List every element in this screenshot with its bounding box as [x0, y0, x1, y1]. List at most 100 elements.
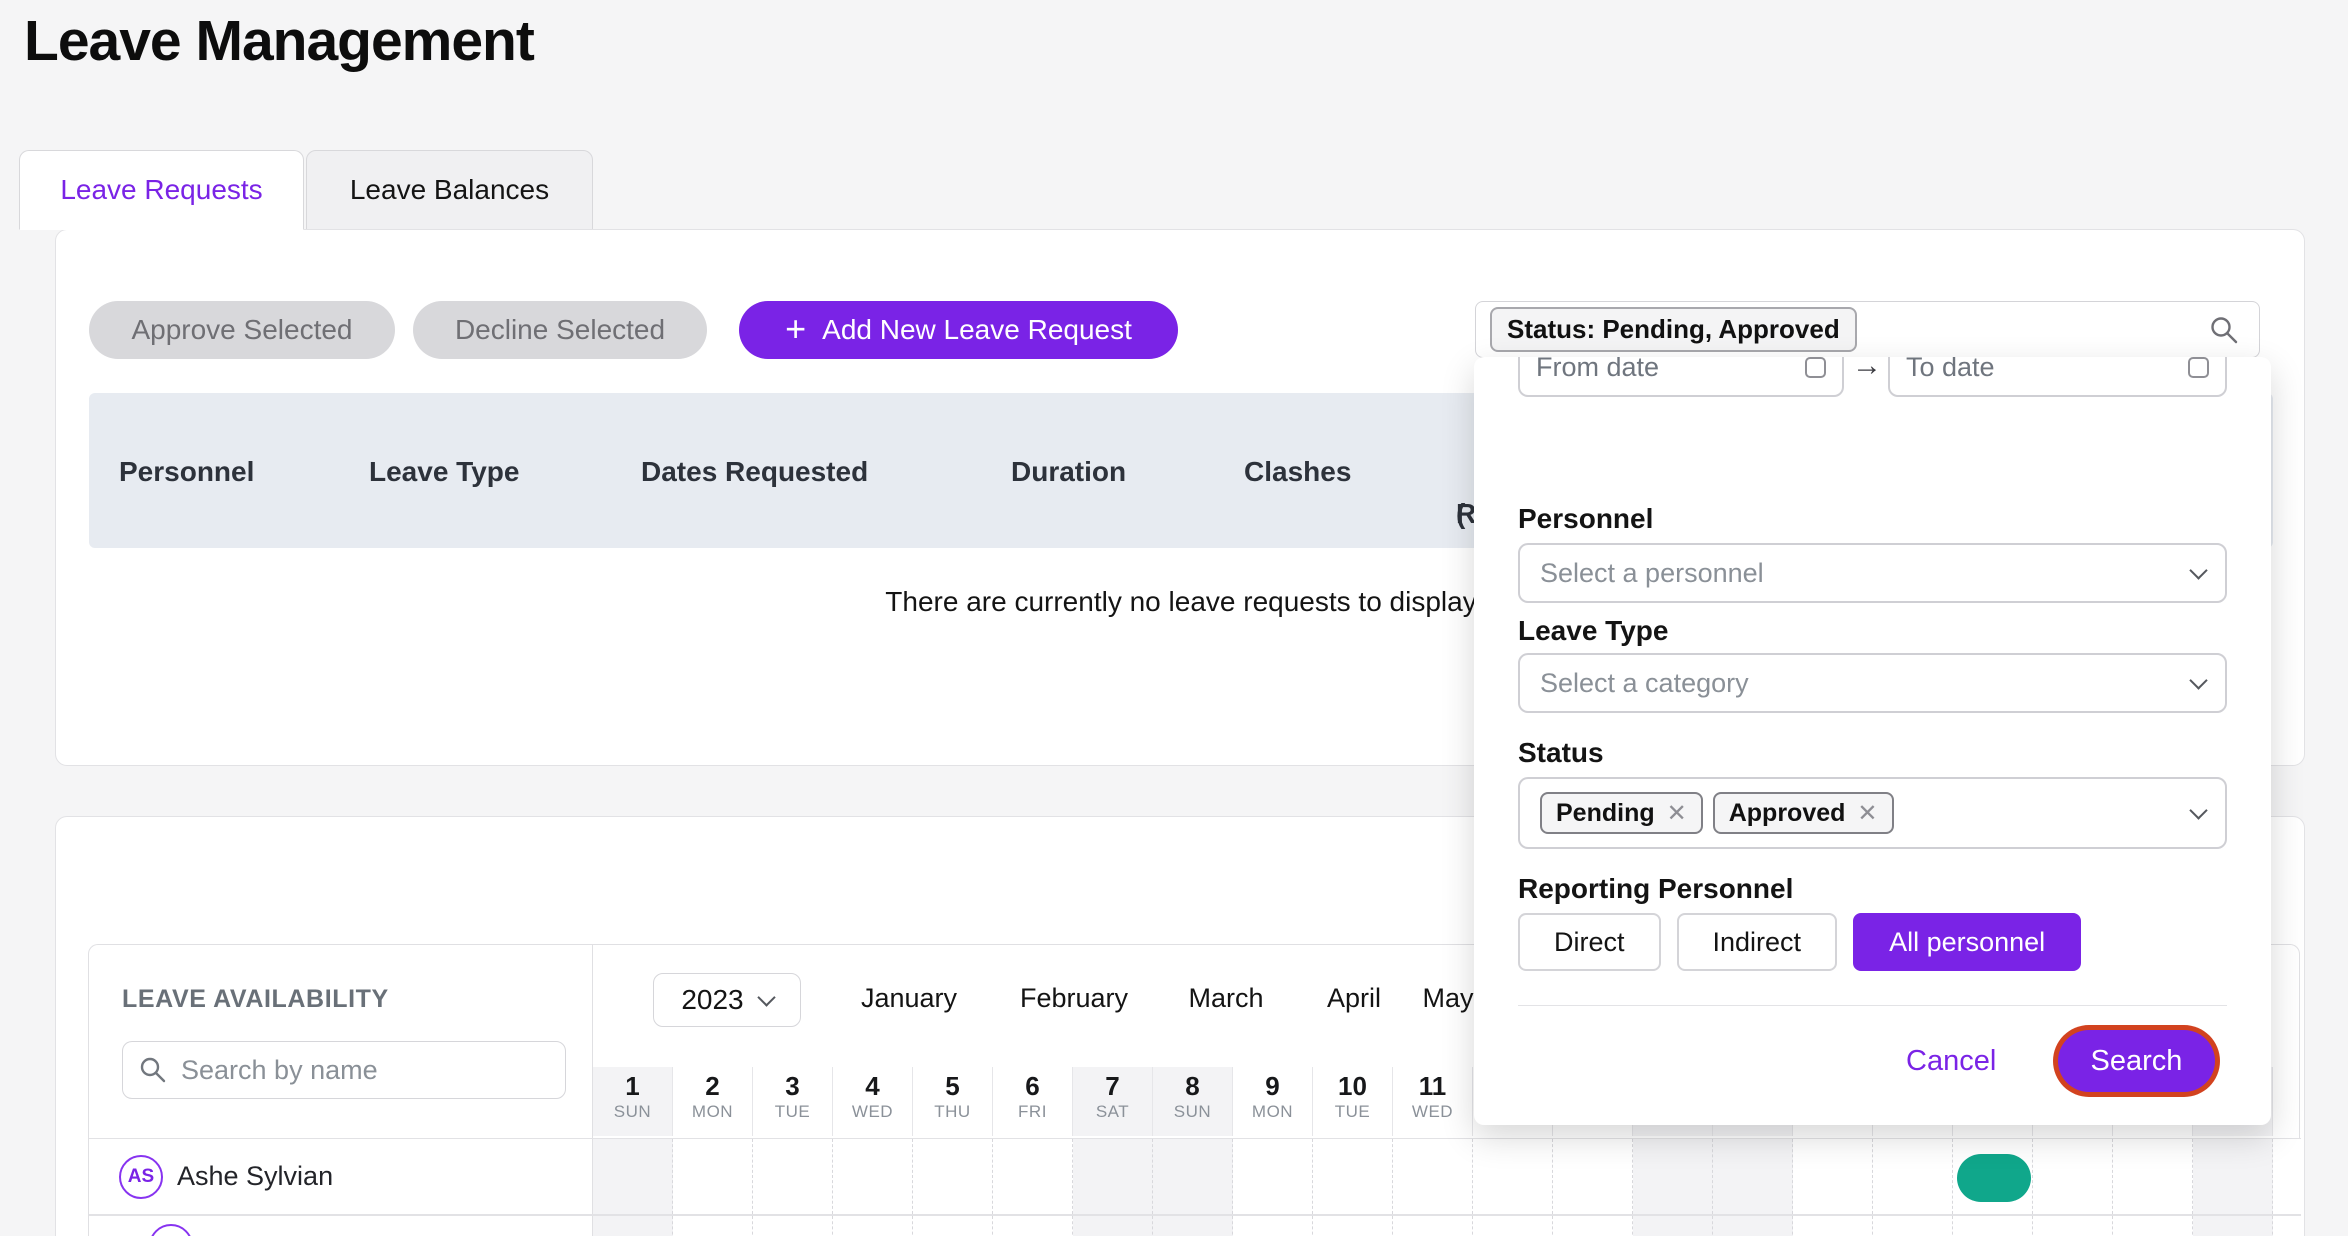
grid-cell	[753, 1216, 833, 1236]
day-number: 4	[833, 1071, 912, 1101]
grid-cell	[593, 1139, 673, 1214]
reporting-option-indirect[interactable]: Indirect	[1677, 913, 1838, 971]
availability-search-input[interactable]: Search by name	[122, 1041, 566, 1099]
magnifier-icon[interactable]	[2209, 315, 2239, 345]
search-placeholder: Search by name	[181, 1055, 378, 1086]
personnel-placeholder: Select a personnel	[1540, 558, 1764, 589]
day-header-cell: 6FRI	[993, 1067, 1073, 1136]
grid-cell	[1313, 1139, 1393, 1214]
month-label-january[interactable]: January	[861, 983, 957, 1014]
status-chip-pending[interactable]: Pending ✕	[1540, 792, 1703, 834]
grid-cell	[1073, 1216, 1153, 1236]
grid-cell	[1633, 1139, 1713, 1214]
table-header-column: Clashes	[1244, 456, 1351, 488]
filter-search-bar[interactable]: Status: Pending, Approved	[1475, 301, 2260, 358]
to-date-input[interactable]: To date	[1888, 357, 2227, 397]
status-select[interactable]: Pending ✕ Approved ✕	[1518, 777, 2227, 849]
day-of-week: TUE	[1313, 1101, 1392, 1123]
remove-chip-icon[interactable]: ✕	[1857, 799, 1877, 828]
leave-block[interactable]	[1957, 1154, 2031, 1202]
day-number: 6	[993, 1071, 1072, 1101]
grid-cell	[1153, 1216, 1233, 1236]
avatar: AS	[119, 1155, 163, 1199]
grid-cell	[833, 1139, 913, 1214]
chip-label: Pending	[1556, 799, 1655, 828]
month-label-february[interactable]: February	[1020, 983, 1128, 1014]
grid-cell	[1793, 1216, 1873, 1236]
day-number: 1	[593, 1071, 672, 1101]
reporting-personnel-label: Reporting Personnel	[1518, 873, 1793, 905]
day-number: 11	[1393, 1071, 1472, 1101]
grid-cell	[1873, 1139, 1953, 1214]
reporting-personnel-options: Direct Indirect All personnel	[1518, 913, 2081, 971]
grid-cell	[1233, 1139, 1313, 1214]
year-select[interactable]: 2023	[653, 973, 801, 1027]
grid-cell	[913, 1139, 993, 1214]
grid-cell	[833, 1216, 913, 1236]
grid-cell	[2113, 1216, 2193, 1236]
month-label-may[interactable]: May	[1422, 983, 1473, 1014]
grid-cell	[1233, 1216, 1313, 1236]
day-of-week: THU	[913, 1101, 992, 1123]
day-header-cell: 10TUE	[1313, 1067, 1393, 1136]
chevron-down-icon	[2189, 671, 2207, 689]
search-button[interactable]: Search	[2058, 1030, 2215, 1092]
leave-type-placeholder: Select a category	[1540, 668, 1749, 699]
personnel-cell: AS Ashe Sylvian	[89, 1139, 593, 1214]
status-chip-approved[interactable]: Approved ✕	[1713, 792, 1894, 834]
day-header-cell: 4WED	[833, 1067, 913, 1136]
chip-label: Approved	[1729, 799, 1846, 828]
from-date-placeholder: From date	[1536, 357, 1659, 383]
from-date-input[interactable]: From date	[1518, 357, 1844, 397]
approve-selected-button[interactable]: Approve Selected	[89, 301, 395, 359]
decline-selected-button[interactable]: Decline Selected	[413, 301, 707, 359]
day-of-week: WED	[833, 1101, 912, 1123]
calendar-icon	[1805, 357, 1826, 378]
day-number: 8	[1153, 1071, 1232, 1101]
leave-type-select[interactable]: Select a category	[1518, 653, 2227, 713]
day-of-week: WED	[1393, 1101, 1472, 1123]
filter-panel: From date → To date Personnel Select a p…	[1474, 357, 2271, 1125]
personnel-label: Personnel	[1518, 503, 1653, 535]
personnel-select[interactable]: Select a personnel	[1518, 543, 2227, 603]
status-label: Status	[1518, 737, 1604, 769]
add-new-leave-request-button[interactable]: + Add New Leave Request	[739, 301, 1178, 359]
grid-cell	[1473, 1139, 1553, 1214]
cancel-button[interactable]: Cancel	[1906, 1045, 1996, 1078]
tab-leave-requests[interactable]: Leave Requests	[19, 150, 304, 230]
personnel-name: Ashe Sylvian	[177, 1161, 333, 1192]
grid-cell	[2113, 1139, 2193, 1214]
grid-cell	[913, 1216, 993, 1236]
table-row	[89, 1215, 2301, 1236]
active-filter-chip[interactable]: Status: Pending, Approved	[1490, 307, 1857, 352]
day-header-cell: 2MON	[673, 1067, 753, 1136]
chevron-down-icon	[2189, 561, 2207, 579]
day-number: 7	[1073, 1071, 1152, 1101]
availability-title: LEAVE AVAILABILITY	[122, 985, 389, 1014]
day-header-cell: 8SUN	[1153, 1067, 1233, 1136]
tab-leave-balances[interactable]: Leave Balances	[306, 150, 593, 230]
grid-cell	[1713, 1139, 1793, 1214]
day-number: 5	[913, 1071, 992, 1101]
day-of-week: MON	[673, 1101, 752, 1123]
grid-cell	[1393, 1216, 1473, 1236]
table-header-column: Leave Type	[369, 456, 519, 488]
leave-type-label: Leave Type	[1518, 615, 1668, 647]
grid-cell	[1553, 1216, 1633, 1236]
reporting-option-all-personnel[interactable]: All personnel	[1853, 913, 2081, 971]
remove-chip-icon[interactable]: ✕	[1667, 799, 1687, 828]
grid-cell	[1793, 1139, 1873, 1214]
month-label-march[interactable]: March	[1188, 983, 1263, 1014]
day-number: 10	[1313, 1071, 1392, 1101]
grid-cell	[593, 1216, 673, 1236]
grid-cell	[993, 1139, 1073, 1214]
reporting-option-direct[interactable]: Direct	[1518, 913, 1661, 971]
day-header-cell: 5THU	[913, 1067, 993, 1136]
to-date-placeholder: To date	[1906, 357, 1995, 383]
day-header-cell: 11WED	[1393, 1067, 1473, 1136]
availability-left-panel: LEAVE AVAILABILITY Search by name	[89, 945, 593, 1138]
day-of-week: TUE	[753, 1101, 832, 1123]
day-of-week: SUN	[1153, 1101, 1232, 1123]
month-label-april[interactable]: April	[1327, 983, 1381, 1014]
grid-cell	[2033, 1139, 2113, 1214]
